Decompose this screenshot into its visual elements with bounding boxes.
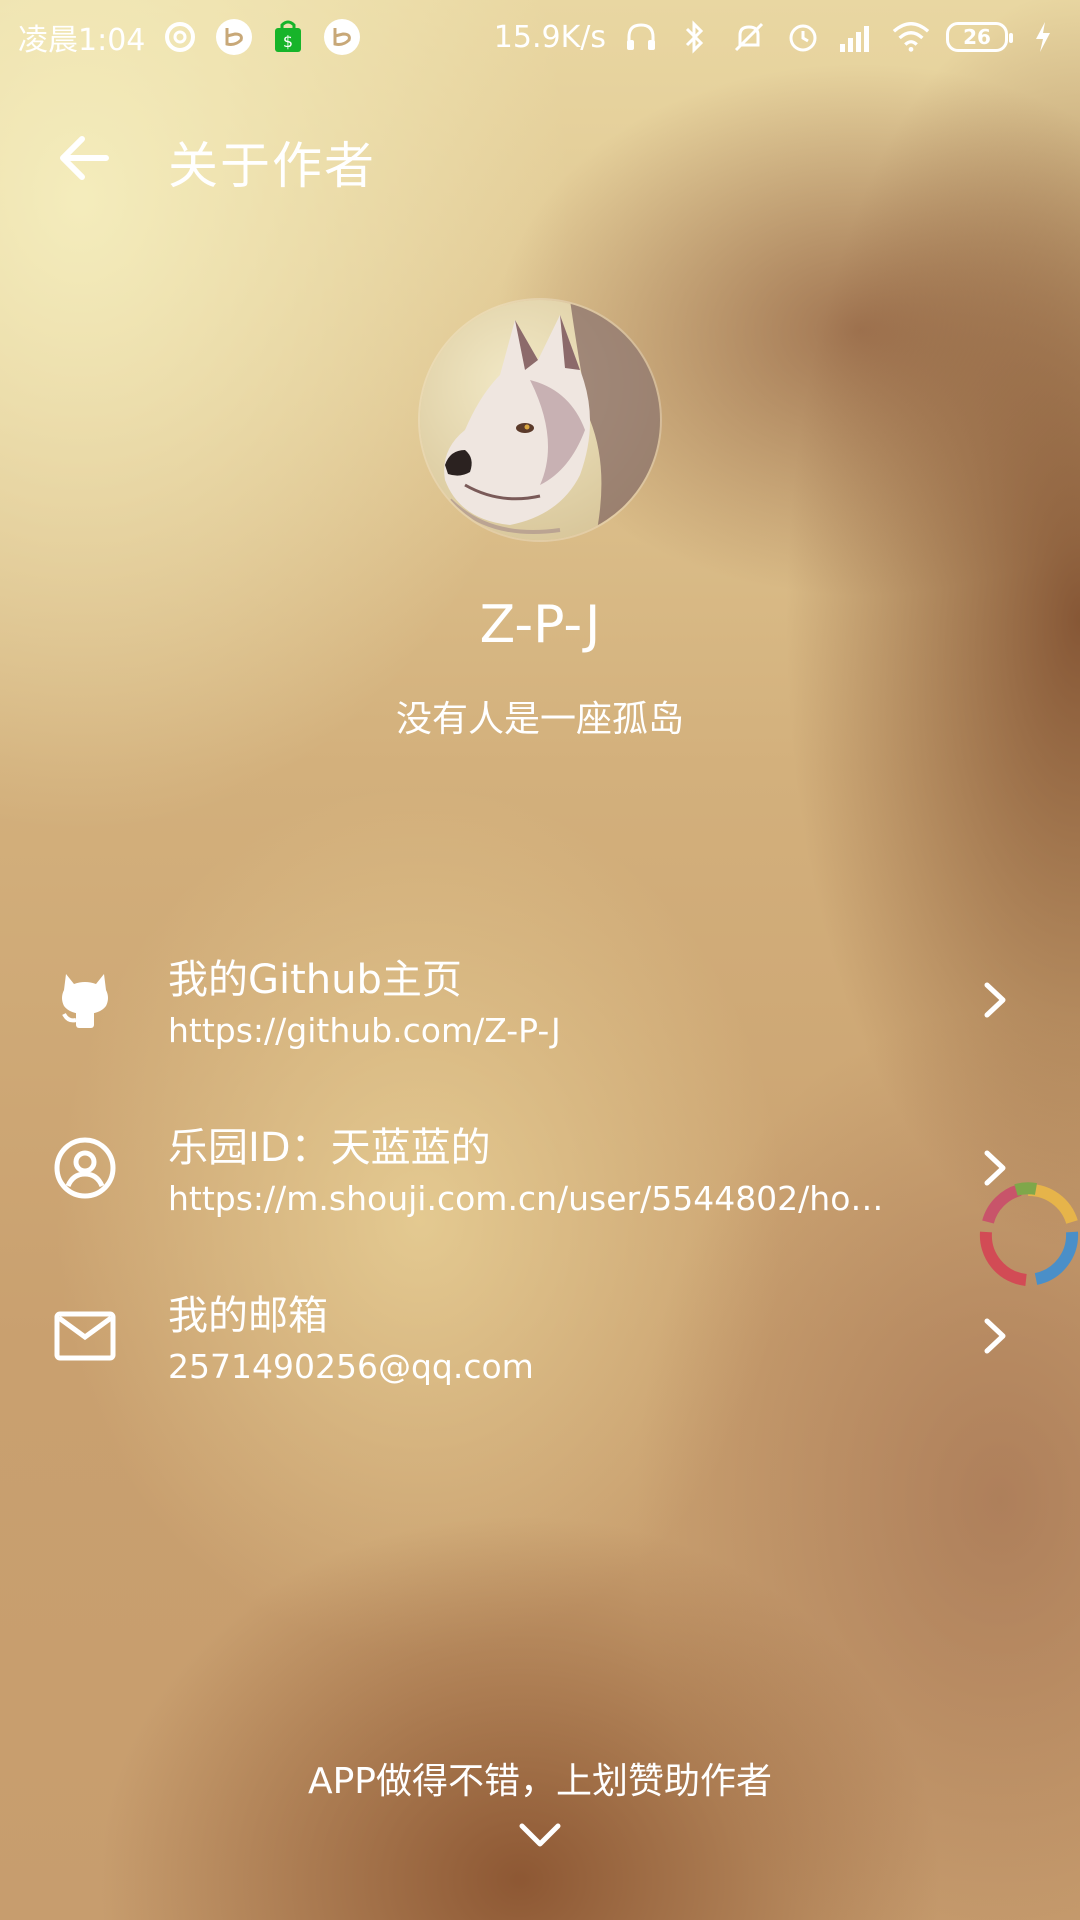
bilibili-icon — [323, 18, 361, 56]
park-id-title: 乐园ID：天蓝蓝的 — [168, 1125, 491, 1171]
author-name: Z-P-J — [479, 595, 601, 655]
floating-assistant-button[interactable] — [978, 1180, 1080, 1290]
email-title: 我的邮箱 — [168, 1293, 328, 1339]
author-motto: 没有人是一座孤岛 — [395, 699, 684, 740]
toolbar: 关于作者 — [0, 110, 1080, 205]
github-link-url: https://github.com/Z-P-J — [168, 1011, 561, 1050]
back-button[interactable] — [48, 128, 120, 188]
bilibili-icon — [215, 18, 253, 56]
avatar[interactable] — [420, 300, 660, 540]
shopping-bag-icon: $ — [269, 18, 307, 56]
mute-icon — [730, 18, 768, 56]
page-title: 关于作者 — [168, 137, 376, 195]
github-link-title: 我的Github主页 — [168, 957, 462, 1003]
bluetooth-icon — [676, 18, 714, 56]
status-left: 凌晨1:04 $ — [18, 15, 361, 59]
github-link-row[interactable]: 我的Github主页 https://github.com/Z-P-J — [0, 925, 1080, 1075]
status-bar: 凌晨1:04 $ 15.9K/s 26 — [0, 0, 1080, 74]
user-circle-icon — [50, 1133, 120, 1203]
alarm-icon — [784, 18, 822, 56]
email-link-row[interactable]: 我的邮箱 2571490256@qq.com — [0, 1261, 1080, 1411]
headset-icon — [622, 18, 660, 56]
park-id-link-row[interactable]: 乐园ID：天蓝蓝的 https://m.shouji.com.cn/user/5… — [0, 1093, 1080, 1243]
park-id-url: https://m.shouji.com.cn/user/5544802/hom… — [168, 1179, 908, 1218]
battery-indicator: 26 — [946, 22, 1013, 52]
email-address: 2571490256@qq.com — [168, 1347, 534, 1386]
status-right: 15.9K/s 26 — [494, 18, 1062, 56]
status-time: 凌晨1:04 — [18, 23, 146, 58]
github-icon — [50, 965, 120, 1035]
chevron-right-icon — [975, 977, 1015, 1023]
svg-text:$: $ — [283, 32, 293, 51]
network-speed: 15.9K/s — [493, 19, 606, 55]
netease-music-icon — [161, 18, 199, 56]
mail-icon — [50, 1301, 120, 1371]
ring-icon — [979, 1182, 1079, 1286]
arrow-left-icon — [60, 136, 109, 180]
chevron-right-icon — [975, 1313, 1015, 1359]
sponsor-hint: APP做得不错，上划赞助作者 — [307, 1761, 773, 1802]
battery-level: 26 — [963, 25, 991, 49]
wolf-portrait-image — [420, 300, 660, 540]
chevron-down-icon[interactable] — [518, 1818, 562, 1852]
signal-icon — [838, 18, 876, 56]
wifi-icon — [892, 18, 930, 56]
charging-icon — [1024, 18, 1062, 56]
